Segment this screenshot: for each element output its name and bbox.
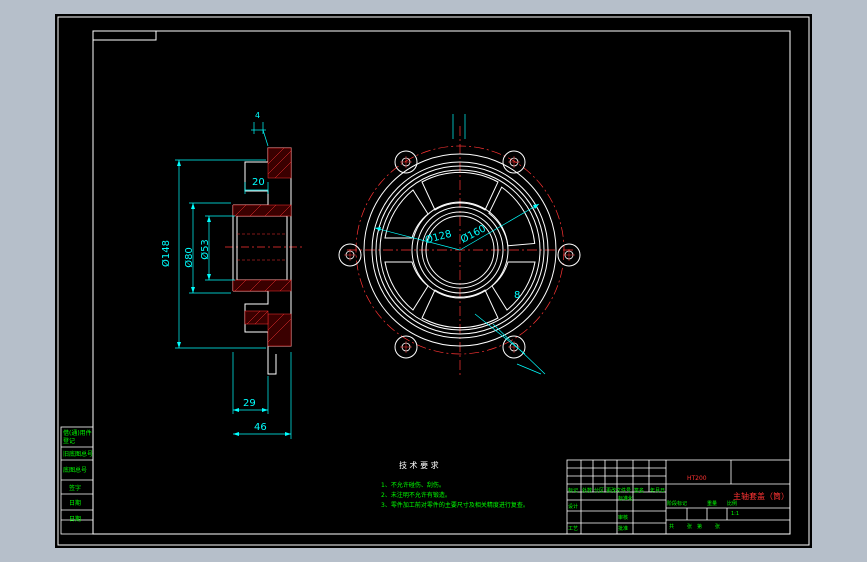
label-review: 审核 bbox=[618, 515, 629, 521]
header-date: 年月日 bbox=[650, 488, 666, 494]
dim-d53: Ø53 bbox=[199, 239, 211, 260]
dim-20: 20 bbox=[252, 177, 265, 188]
sheet-index-label: 第 bbox=[697, 524, 703, 530]
label-approve: 批准 bbox=[618, 526, 629, 532]
part-name: 主轴套盖（筒） bbox=[733, 492, 789, 501]
label-standard: 标准化 bbox=[618, 496, 634, 502]
header-zone: 分区 bbox=[594, 488, 605, 494]
inner-border bbox=[92, 30, 791, 535]
left-cell-4: 签字 bbox=[69, 485, 82, 492]
tech-requirement-3: 3、零件加工前对零件的主要尺寸及相关精度进行复查。 bbox=[381, 502, 529, 509]
left-cell-1: 借(通)用件登记 bbox=[63, 430, 92, 445]
sheet-total-label: 共 bbox=[669, 524, 675, 530]
left-cell-6: 日期 bbox=[69, 516, 82, 523]
sheet-index-unit: 张 bbox=[715, 524, 721, 530]
header-sign: 签名 bbox=[634, 488, 645, 494]
material-label: HT200 bbox=[687, 475, 707, 482]
stage-weight: 重量 bbox=[707, 501, 718, 507]
header-mark: 标记 bbox=[568, 488, 579, 494]
stage-mark: 阶段标记 bbox=[667, 501, 688, 507]
dim-d148: Ø148 bbox=[160, 240, 172, 267]
left-cell-2: 旧底图总号 bbox=[63, 451, 94, 458]
dim-8: 8 bbox=[514, 290, 521, 301]
cad-drawing-canvas[interactable]: Ø148 Ø80 Ø53 20 29 46 4 Ø128 Ø160 8 借(通)… bbox=[55, 14, 812, 548]
tech-requirement-1: 1、不允许碰伤、刮伤。 bbox=[381, 482, 445, 489]
dim-d80: Ø80 bbox=[183, 247, 195, 268]
left-cell-3: 底图总号 bbox=[63, 467, 88, 474]
label-design: 设计 bbox=[568, 504, 579, 510]
dim-46: 46 bbox=[254, 422, 267, 433]
corner-tag-box bbox=[92, 30, 157, 41]
tech-requirement-2: 2、未注明不允许有锻造。 bbox=[381, 492, 451, 499]
scale-value: 1:1 bbox=[731, 511, 740, 517]
front-view bbox=[338, 114, 581, 376]
stage-scale: 比例 bbox=[727, 501, 738, 507]
side-section-view bbox=[175, 122, 305, 439]
left-cell-5: 日期 bbox=[69, 500, 82, 507]
header-doc: 更改文件号 bbox=[606, 488, 632, 494]
sheet-total-unit: 张 bbox=[687, 524, 693, 530]
label-process: 工艺 bbox=[568, 526, 579, 532]
header-count: 处数 bbox=[582, 488, 593, 494]
tech-requirements-title: 技 术 要 求 bbox=[399, 461, 439, 470]
dim-4: 4 bbox=[255, 111, 261, 120]
dim-29: 29 bbox=[243, 398, 256, 409]
